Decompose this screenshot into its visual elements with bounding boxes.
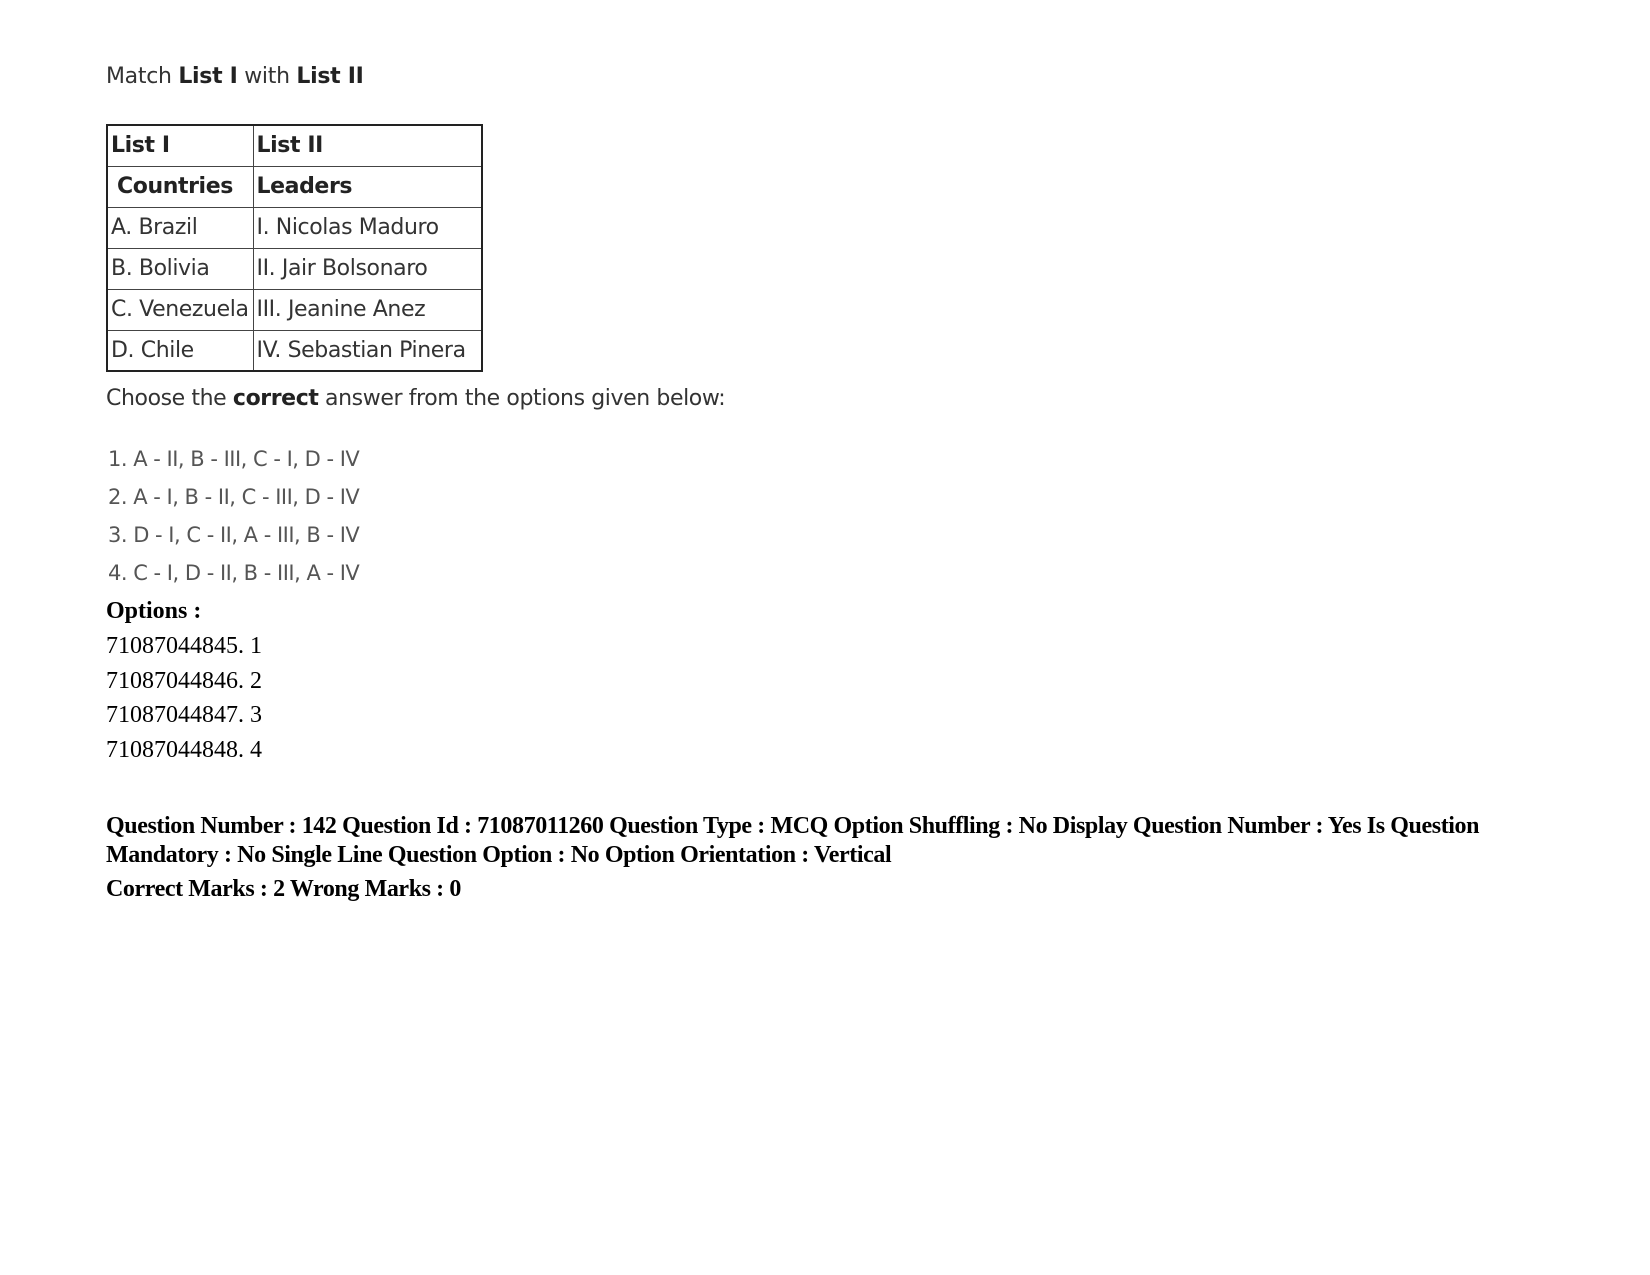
- table-header-row: List I List II: [106, 124, 483, 167]
- table-subheader-row: Countries Leaders: [106, 165, 483, 208]
- table-cell: IV. Sebastian Pinera: [252, 329, 483, 372]
- table-row: C. Venezuela III. Jeanine Anez: [106, 288, 483, 331]
- table-subheader-cell: Leaders: [252, 165, 483, 208]
- option-item: 71087044847. 3: [106, 702, 262, 728]
- choose-suffix: answer from the options given below:: [318, 386, 726, 411]
- intro-list2: List II: [296, 64, 364, 89]
- question-intro: Match List I with List II: [106, 64, 364, 89]
- answer-item: 1. A - II, B - III, C - I, D - IV: [108, 447, 360, 471]
- option-item: 71087044848. 4: [106, 736, 262, 763]
- table-row: D. Chile IV. Sebastian Pinera: [106, 329, 483, 372]
- table-row: A. Brazil I. Nicolas Maduro: [106, 206, 483, 249]
- marks-info: Correct Marks : 2 Wrong Marks : 0: [106, 876, 461, 902]
- table-row: B. Bolivia II. Jair Bolsonaro: [106, 247, 483, 290]
- option-item: 71087044846. 2: [106, 667, 262, 694]
- choose-prefix: Choose the: [106, 386, 233, 411]
- match-table: List I List II Countries Leaders A. Braz…: [106, 124, 483, 372]
- table-cell: II. Jair Bolsonaro: [252, 247, 483, 290]
- answer-item: 2. A - I, B - II, C - III, D - IV: [108, 485, 360, 509]
- table-header-cell: List II: [252, 124, 483, 167]
- table-cell: III. Jeanine Anez: [252, 288, 483, 331]
- answer-item: 4. C - I, D - II, B - III, A - IV: [108, 561, 360, 585]
- table-subheader-cell: Countries: [106, 165, 254, 208]
- options-label: Options :: [106, 598, 202, 624]
- table-cell: A. Brazil: [106, 206, 254, 249]
- answer-item: 3. D - I, C - II, A - III, B - IV: [108, 523, 360, 547]
- question-metadata: Question Number : 142 Question Id : 7108…: [106, 813, 1480, 868]
- answer-list: 1. A - II, B - III, C - I, D - IV 2. A -…: [108, 446, 360, 598]
- table-cell: C. Venezuela: [106, 288, 254, 331]
- intro-list1: List I: [178, 64, 238, 89]
- choose-instruction: Choose the correct answer from the optio…: [106, 386, 726, 411]
- table-cell: D. Chile: [106, 329, 254, 372]
- option-item: 71087044845. 1: [106, 633, 262, 659]
- intro-prefix: Match: [106, 64, 179, 89]
- table-cell: B. Bolivia: [106, 247, 254, 290]
- intro-middle: with: [237, 64, 297, 89]
- choose-emphasis: correct: [232, 386, 319, 411]
- options-list: 71087044845. 1 71087044846. 2 7108704484…: [106, 632, 262, 770]
- table-header-cell: List I: [106, 124, 254, 167]
- table-cell: I. Nicolas Maduro: [252, 206, 483, 249]
